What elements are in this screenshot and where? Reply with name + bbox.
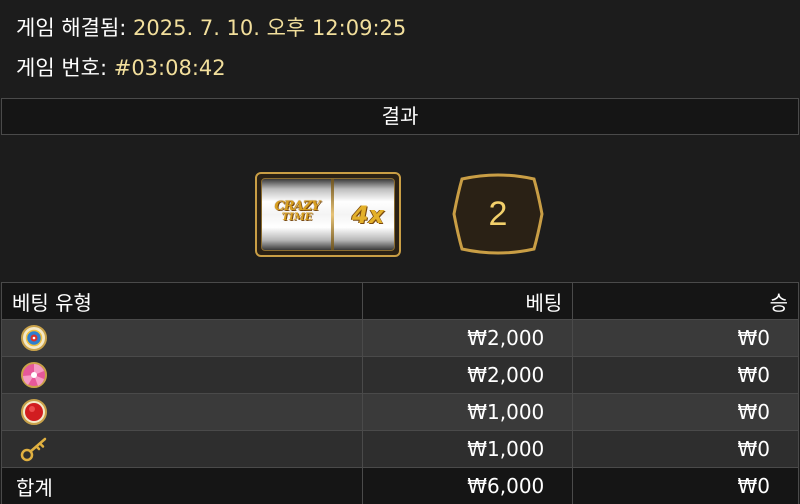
table-row: ₩2,000 ₩0 bbox=[0, 319, 799, 357]
game-number-label: 게임 번호: bbox=[16, 56, 108, 80]
win-amount-cell: ₩0 bbox=[572, 393, 799, 431]
total-win: ₩0 bbox=[572, 467, 799, 504]
bet-type-cell bbox=[0, 319, 364, 357]
table-row: ₩1,000 ₩0 bbox=[0, 430, 799, 468]
header-bet: 베팅 bbox=[362, 282, 574, 320]
total-row: 합계 ₩6,000 ₩0 bbox=[0, 467, 799, 504]
bets-table: 베팅 유형 베팅 승 ₩2,000 ₩0 ₩2,000 ₩0 ₩1,000 ₩0… bbox=[0, 282, 799, 504]
result-badge: 2 bbox=[452, 173, 544, 255]
crazy-time-key-icon bbox=[20, 437, 47, 462]
result-value: 2 bbox=[488, 195, 508, 233]
coin-flip-icon bbox=[21, 325, 47, 351]
cash-hunt-icon bbox=[21, 399, 47, 425]
bet-amount-cell: ₩2,000 bbox=[362, 356, 574, 394]
win-amount-cell: ₩0 bbox=[572, 430, 799, 468]
bet-amount-cell: ₩1,000 bbox=[362, 430, 574, 468]
total-bet: ₩6,000 bbox=[362, 467, 574, 504]
header-win: 승 bbox=[572, 282, 799, 320]
table-row: ₩1,000 ₩0 bbox=[0, 393, 799, 431]
bet-type-cell bbox=[0, 430, 364, 468]
slot-divider bbox=[331, 179, 334, 250]
table-header-row: 베팅 유형 베팅 승 bbox=[0, 282, 799, 320]
bet-amount-cell: ₩2,000 bbox=[362, 319, 574, 357]
resolved-time-line: 게임 해결됨: 2025. 7. 10. 오후 12:09:25 bbox=[16, 12, 406, 42]
result-header: 결과 bbox=[1, 98, 799, 135]
result-area: CRAZY TIME 4x 2 bbox=[0, 135, 800, 281]
resolved-value: 2025. 7. 10. 오후 12:09:25 bbox=[133, 16, 407, 40]
slot-reel-window: CRAZY TIME 4x bbox=[261, 178, 395, 251]
bet-amount-cell: ₩1,000 bbox=[362, 393, 574, 431]
slot-multiplier: 4x bbox=[351, 201, 385, 229]
win-amount-cell: ₩0 bbox=[572, 356, 799, 394]
pachinko-icon bbox=[21, 362, 47, 388]
game-number-line: 게임 번호: #03:08:42 bbox=[16, 52, 226, 82]
header-bet-type: 베팅 유형 bbox=[0, 282, 364, 320]
win-amount-cell: ₩0 bbox=[572, 319, 799, 357]
top-slot-reel: CRAZY TIME 4x bbox=[255, 172, 401, 257]
game-info-panel: 게임 해결됨: 2025. 7. 10. 오후 12:09:25 게임 번호: … bbox=[0, 0, 800, 98]
game-number-value: #03:08:42 bbox=[113, 56, 226, 80]
resolved-label: 게임 해결됨: bbox=[16, 16, 127, 40]
bet-type-cell bbox=[0, 356, 364, 394]
crazy-time-logo: CRAZY TIME bbox=[268, 199, 326, 235]
table-row: ₩2,000 ₩0 bbox=[0, 356, 799, 394]
bet-type-cell bbox=[0, 393, 364, 431]
total-label: 합계 bbox=[0, 467, 364, 504]
